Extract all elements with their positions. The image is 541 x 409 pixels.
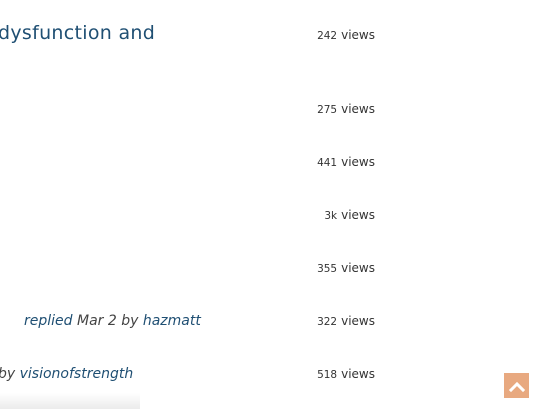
replied-link[interactable]: replied	[24, 313, 73, 329]
views-label: views	[341, 28, 375, 42]
activity-date: Mar 2	[77, 313, 117, 329]
views-count: 355 views	[317, 261, 375, 275]
views-number: 3k	[324, 210, 338, 222]
views-label: views	[341, 367, 375, 381]
bottom-fade	[0, 393, 140, 409]
topic-last-activity: replied Mar 2 by hazmatt	[24, 313, 201, 329]
views-number: 322	[317, 316, 338, 328]
by-label: by	[0, 366, 16, 382]
views-count: 242 views	[317, 28, 375, 42]
topic-title-link[interactable]: dysfunction and	[0, 22, 155, 44]
views-label: views	[341, 261, 375, 275]
views-label: views	[341, 314, 375, 328]
views-count: 3k views	[324, 208, 375, 222]
back-to-top-button[interactable]	[504, 373, 529, 398]
by-label: by	[121, 313, 139, 329]
views-count: 441 views	[317, 155, 375, 169]
views-number: 518	[317, 369, 338, 381]
topic-last-activity: by visionofstrength	[0, 366, 133, 382]
views-label: views	[341, 208, 375, 222]
views-count: 275 views	[317, 102, 375, 116]
views-number: 242	[317, 30, 338, 42]
views-number: 275	[317, 104, 338, 116]
views-count: 518 views	[317, 367, 375, 381]
views-number: 355	[317, 263, 338, 275]
views-label: views	[341, 155, 375, 169]
views-count: 322 views	[317, 314, 375, 328]
views-label: views	[341, 102, 375, 116]
user-link[interactable]: visionofstrength	[20, 366, 134, 382]
views-number: 441	[317, 157, 338, 169]
chevron-up-icon	[508, 381, 525, 392]
user-link[interactable]: hazmatt	[143, 313, 201, 329]
